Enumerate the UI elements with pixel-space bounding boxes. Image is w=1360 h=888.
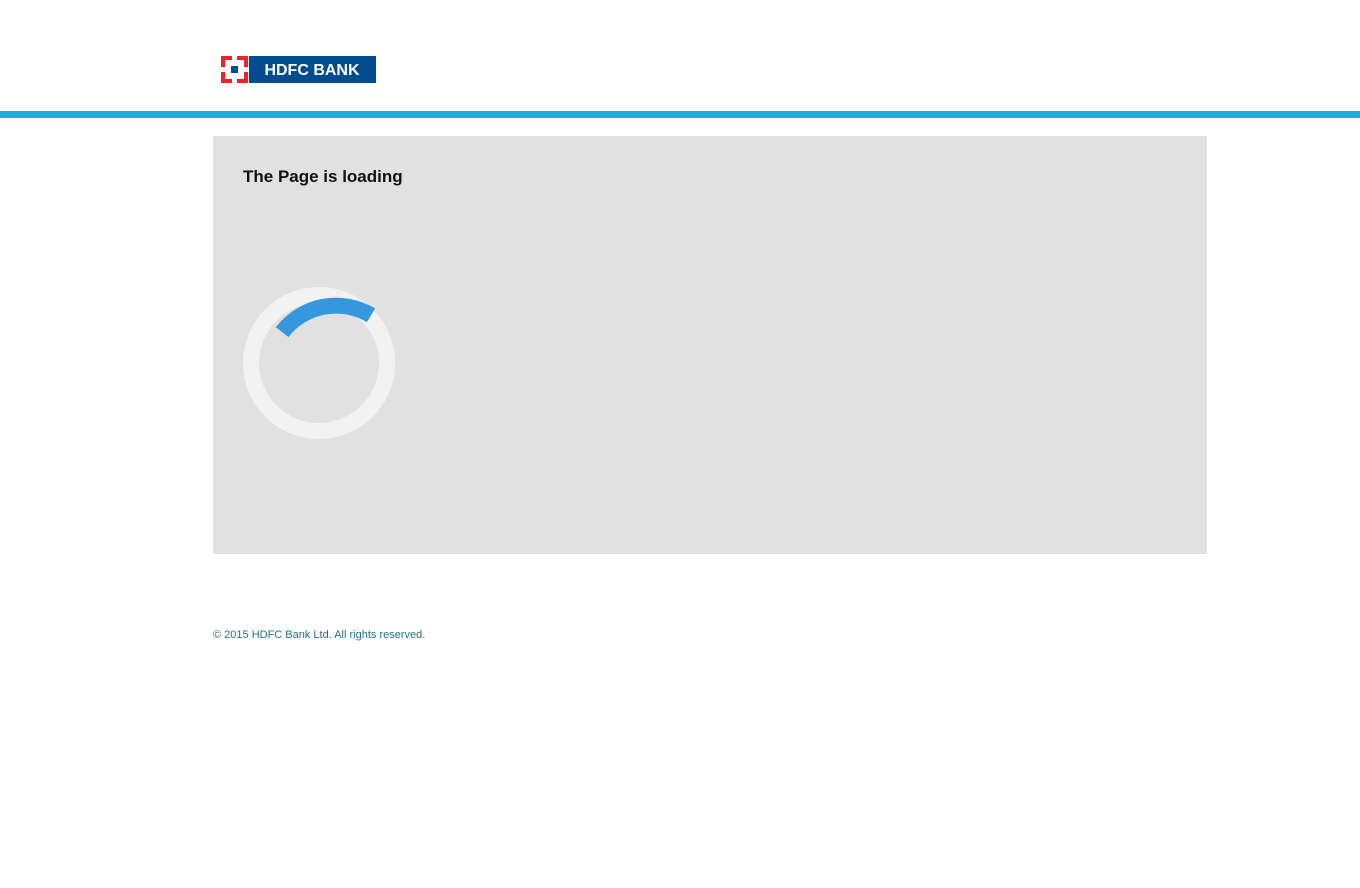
loading-panel: The Page is loading [213, 136, 1207, 554]
logo-wordmark: HDFC BANK [264, 62, 360, 79]
loading-spinner-icon [243, 287, 395, 439]
page-header: HDFC BANK [0, 0, 1360, 111]
hdfc-bank-logo-icon [220, 55, 249, 84]
page-title: The Page is loading [243, 167, 403, 186]
hdfc-bank-logo: HDFC BANK [220, 55, 377, 84]
copyright-text: © 2015 HDFC Bank Ltd. All rights reserve… [213, 629, 426, 641]
header-accent-bar [0, 111, 1360, 118]
